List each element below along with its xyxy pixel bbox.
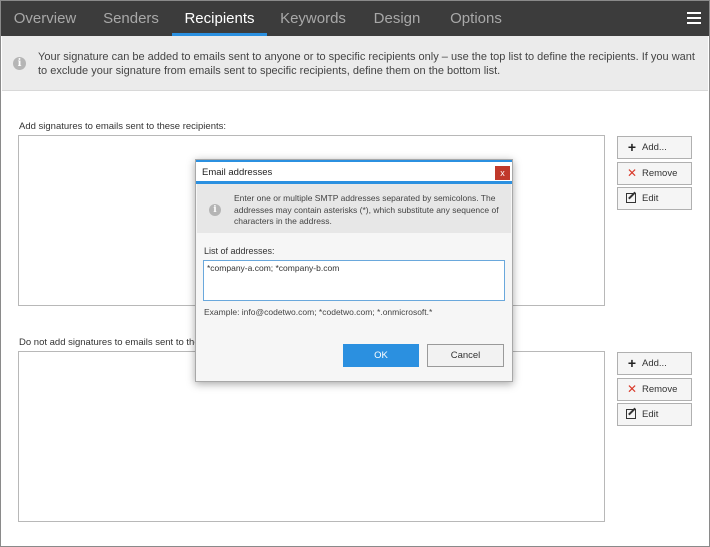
plus-icon: + [627,139,637,155]
info-banner: i Your signature can be added to emails … [2,36,708,91]
plus-icon: + [627,355,637,371]
tab-design[interactable]: Design [361,1,433,36]
remove-button-label: Remove [642,168,678,179]
exclude-edit-button[interactable]: Edit [617,403,692,426]
tab-senders[interactable]: Senders [92,1,170,36]
exclude-add-button-label: Add... [642,358,667,369]
dialog-info-text: Enter one or multiple SMTP addresses sep… [234,193,499,226]
exclude-remove-button-label: Remove [642,384,678,395]
exclude-edit-button-label: Edit [642,409,659,420]
dialog-title: Email addresses [202,167,273,178]
dialog-info-panel: i Enter one or multiple SMTP addresses s… [197,184,511,233]
cancel-button[interactable]: Cancel [427,344,504,367]
info-text: Your signature can be added to emails se… [38,51,695,77]
tab-keywords[interactable]: Keywords [273,1,353,36]
tab-overview[interactable]: Overview [6,1,84,36]
ok-button[interactable]: OK [343,344,419,367]
remove-x-icon: ✕ [626,382,638,396]
address-list-label: List of addresses: [204,246,275,256]
edit-icon [626,409,636,419]
tab-options[interactable]: Options [441,1,511,36]
add-recipients-label: Add signatures to emails sent to these r… [19,121,227,132]
remove-x-icon: ✕ [626,166,638,180]
edit-button[interactable]: Edit [617,187,692,210]
tab-recipients[interactable]: Recipients [172,1,267,36]
address-list-input[interactable]: *company-a.com; *company-b.com [203,260,505,301]
info-icon: i [13,57,26,70]
top-nav-bar: Overview Senders Recipients Keywords Des… [1,1,709,36]
close-icon[interactable]: x [495,166,510,180]
example-text: Example: info@codetwo.com; *codetwo.com;… [204,307,433,317]
add-button-label: Add... [642,142,667,153]
exclude-remove-button[interactable]: ✕ Remove [617,378,692,401]
add-button[interactable]: + Add... [617,136,692,159]
email-addresses-dialog: Email addresses x i Enter one or multipl… [195,159,513,382]
info-icon: i [209,204,221,216]
dialog-title-bar: Email addresses x [196,160,512,184]
edit-button-label: Edit [642,193,659,204]
edit-icon [626,193,636,203]
remove-button[interactable]: ✕ Remove [617,162,692,185]
exclude-add-button[interactable]: + Add... [617,352,692,375]
hamburger-menu-icon[interactable] [687,12,701,24]
